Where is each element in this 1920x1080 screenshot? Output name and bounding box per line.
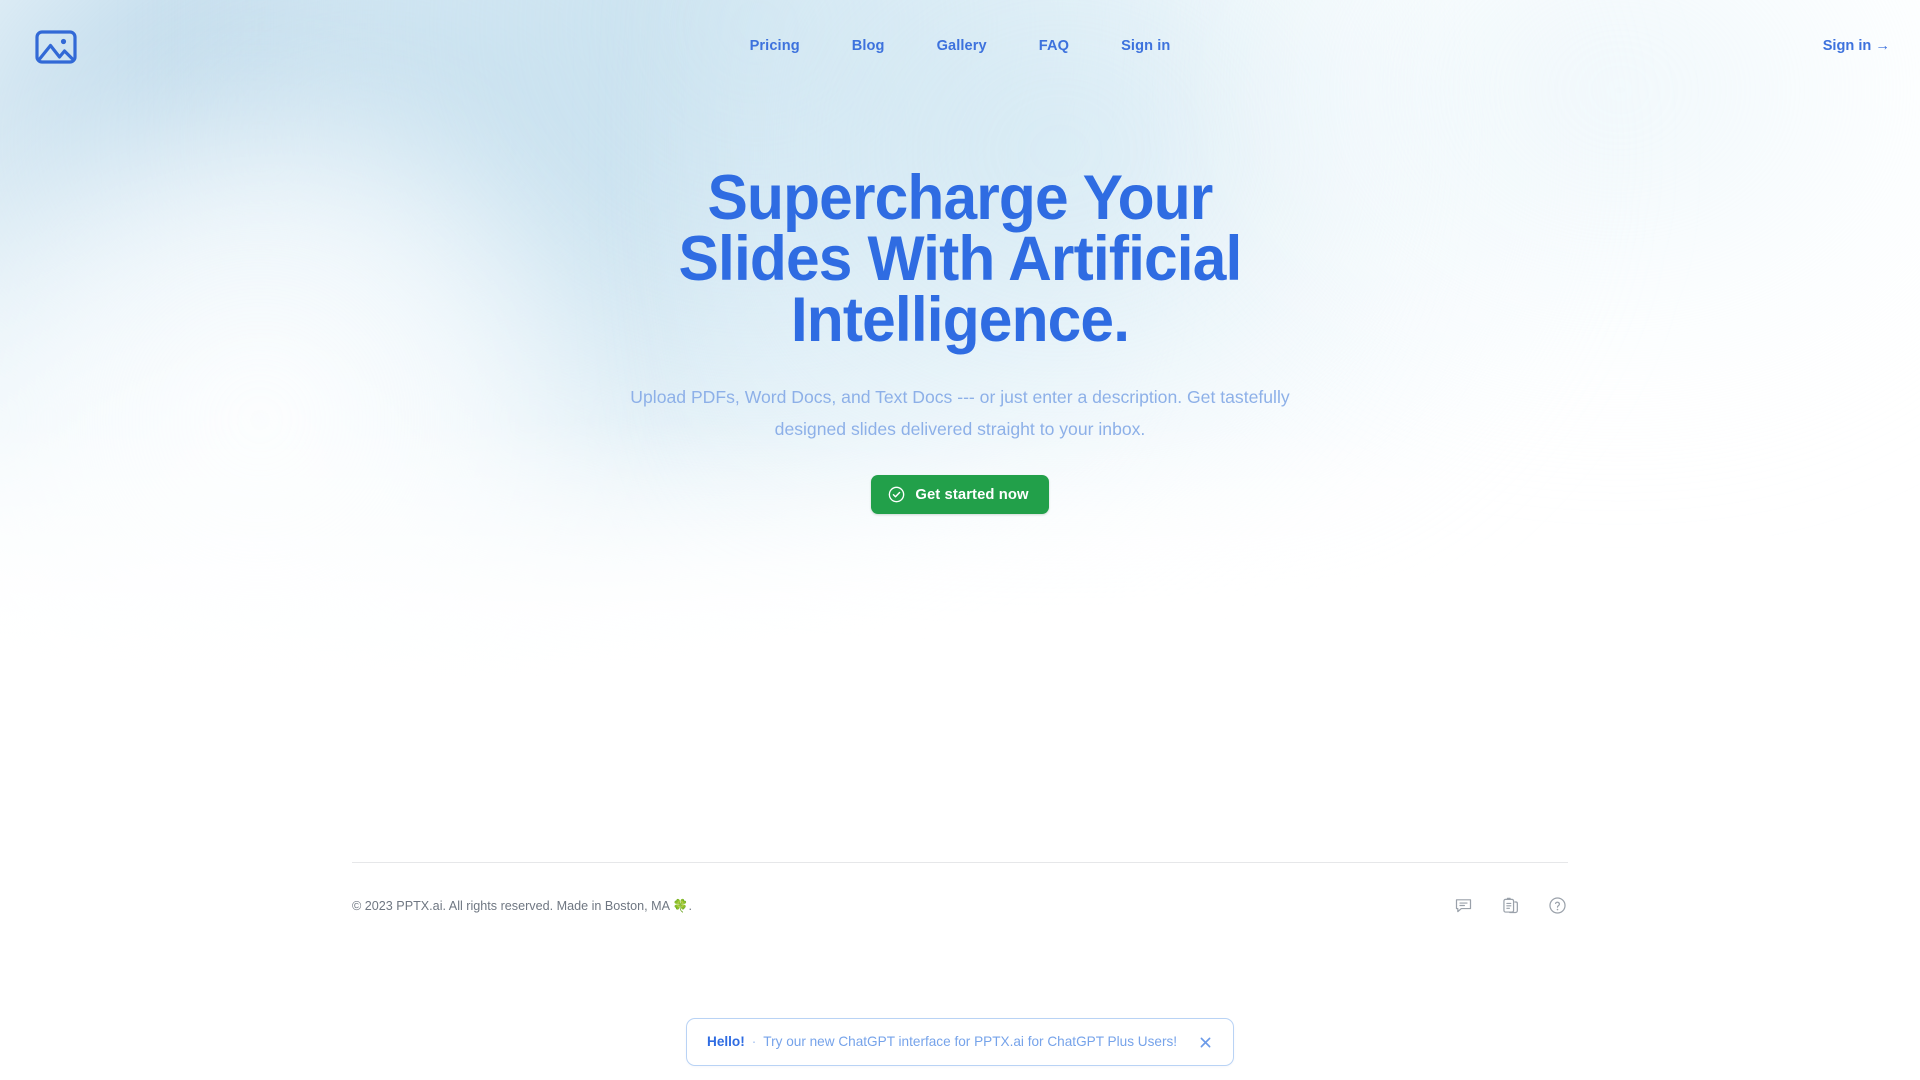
cta-container: Get started now xyxy=(0,475,1920,514)
nav-item-sign-in[interactable]: Sign in xyxy=(1121,36,1170,56)
header-sign-in-link[interactable]: Sign in → xyxy=(1823,36,1890,56)
nav-item-faq[interactable]: FAQ xyxy=(1039,36,1069,56)
check-circle-icon xyxy=(888,486,905,503)
nav-item-blog[interactable]: Blog xyxy=(852,36,885,56)
chat-bubble-icon[interactable] xyxy=(1453,895,1474,916)
hero-subtitle: Upload PDFs, Word Docs, and Text Docs --… xyxy=(630,387,1290,439)
announcement-banner: Hello! · Try our new ChatGPT interface f… xyxy=(686,1018,1234,1066)
close-icon[interactable] xyxy=(1195,1032,1216,1053)
get-started-button[interactable]: Get started now xyxy=(871,475,1049,514)
announcement-message[interactable]: Try our new ChatGPT interface for PPTX.a… xyxy=(763,1032,1177,1052)
nav-item-pricing[interactable]: Pricing xyxy=(750,36,800,56)
hero-section: Supercharge Your Slides With Artificial … xyxy=(0,163,1920,514)
site-footer: © 2023 PPTX.ai. All rights reserved. Mad… xyxy=(352,862,1568,916)
copyright-text-before: © 2023 PPTX.ai. All rights reserved. Mad… xyxy=(352,898,673,913)
clover-icon: 🍀 xyxy=(672,898,689,913)
announcement-banner-text: Hello! · Try our new ChatGPT interface f… xyxy=(707,1032,1177,1052)
copyright-text: © 2023 PPTX.ai. All rights reserved. Mad… xyxy=(352,897,692,915)
page-root: Pricing Blog Gallery FAQ Sign in Sign in… xyxy=(0,0,1920,1080)
page-title: Supercharge Your Slides With Artificial … xyxy=(678,163,1243,355)
footer-icon-group xyxy=(1453,895,1568,916)
footer-divider xyxy=(352,862,1568,863)
announcement-greeting: Hello! xyxy=(707,1034,745,1049)
site-header: Pricing Blog Gallery FAQ Sign in Sign in… xyxy=(0,0,1920,78)
nav-item-gallery[interactable]: Gallery xyxy=(937,36,987,56)
copyright-text-after: . xyxy=(688,898,692,913)
main-navigation: Pricing Blog Gallery FAQ Sign in xyxy=(0,36,1920,56)
announcement-separator: · xyxy=(751,1034,757,1049)
question-mark-circle-icon[interactable] xyxy=(1547,895,1568,916)
get-started-button-label: Get started now xyxy=(915,486,1029,503)
footer-row: © 2023 PPTX.ai. All rights reserved. Mad… xyxy=(352,895,1568,916)
clipboard-copy-icon[interactable] xyxy=(1500,895,1521,916)
